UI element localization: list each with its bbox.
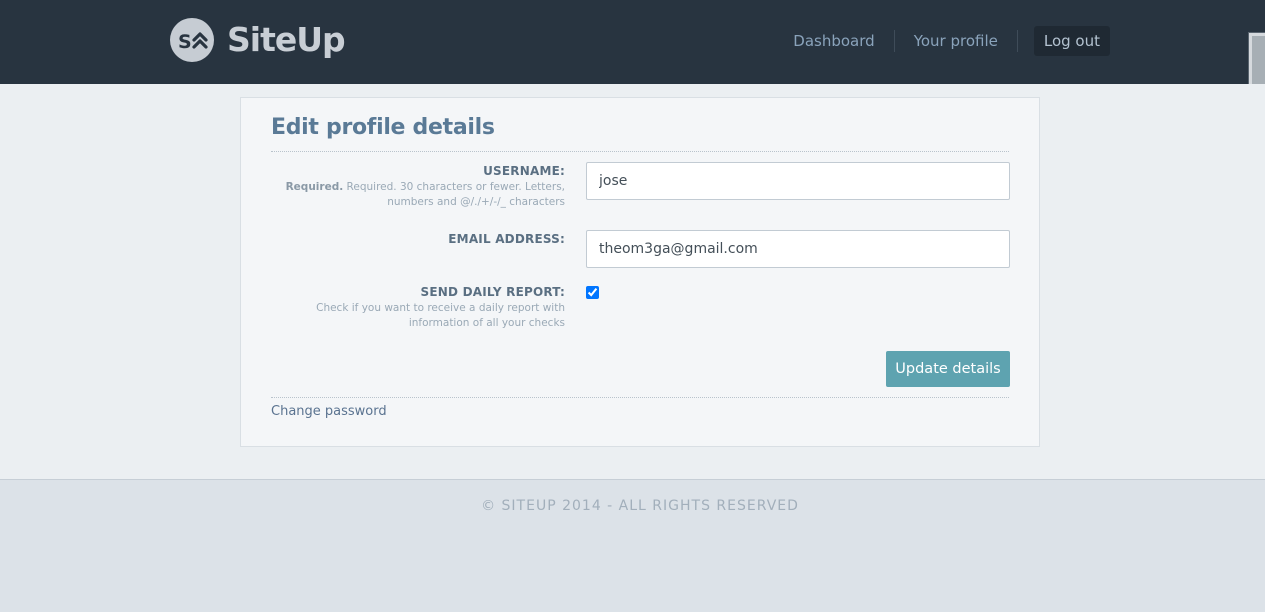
username-help-required: Required. [285, 181, 344, 193]
logout-button[interactable]: Log out [1033, 26, 1110, 56]
username-input[interactable] [586, 162, 1010, 200]
change-password-link[interactable]: Change password [271, 404, 387, 419]
nav-link-dashboard[interactable]: Dashboard [774, 26, 893, 56]
title-divider [271, 151, 1009, 152]
daily-report-help: Check if you want to receive a daily rep… [316, 302, 565, 329]
logo-mark-letter: S [178, 31, 192, 53]
page-title: Edit profile details [271, 115, 495, 140]
email-input[interactable] [586, 230, 1010, 268]
update-details-button[interactable]: Update details [886, 351, 1010, 387]
page-footer: © SITEUP 2014 - ALL RIGHTS RESERVED [0, 481, 1265, 612]
daily-report-checkbox[interactable] [586, 286, 599, 299]
username-help: Required. Required. 30 characters or few… [285, 180, 565, 210]
edit-profile-card: Edit profile details USERNAME: Required.… [240, 97, 1040, 447]
site-logo[interactable]: S SiteUp [170, 18, 346, 62]
daily-report-label: SEND DAILY REPORT: [420, 285, 565, 299]
username-label: USERNAME: [483, 164, 565, 178]
copyright-text: © SITEUP 2014 - ALL RIGHTS RESERVED [481, 498, 799, 514]
nav-link-your-profile[interactable]: Your profile [895, 26, 1017, 56]
email-label: EMAIL ADDRESS: [448, 232, 565, 246]
username-help-text: Required. 30 characters or fewer. Letter… [346, 181, 565, 208]
form-footer-divider [271, 397, 1009, 398]
top-navigation-bar: S SiteUp Dashboard Your profile Log out [0, 0, 1265, 84]
logo-mark-icon: S [170, 18, 214, 62]
brand-name: SiteUp [227, 20, 346, 59]
main-nav: Dashboard Your profile Log out [774, 26, 1110, 56]
nav-divider [1016, 30, 1018, 52]
